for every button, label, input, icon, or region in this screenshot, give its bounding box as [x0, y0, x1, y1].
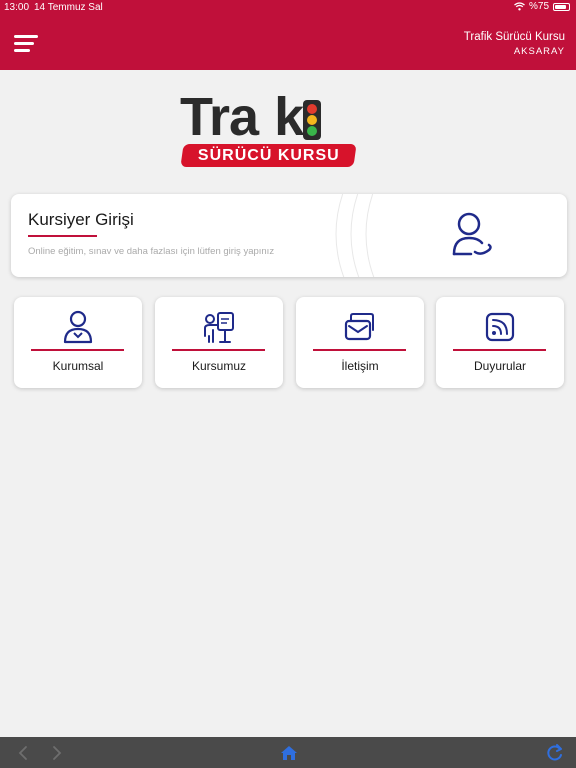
tile-duyurular[interactable]: Duyurular: [436, 297, 564, 388]
bottom-toolbar: [0, 737, 576, 768]
decorative-arcs: [335, 194, 375, 277]
logo-band-text: SÜRÜCÜ KURSU: [197, 146, 340, 164]
hamburger-menu-icon[interactable]: [14, 35, 38, 53]
student-login-card[interactable]: Kursiyer Girişi Online eğitim, sınav ve …: [11, 194, 567, 277]
mail-icon: [344, 313, 374, 341]
logo-wordmark: Tra k: [180, 87, 304, 147]
logo-word-right: k: [274, 87, 304, 147]
status-date: 14 Temmuz Sal: [34, 2, 103, 13]
rss-feed-icon: [485, 312, 515, 342]
status-right: %75: [514, 1, 570, 12]
person-badge-icon: [63, 310, 93, 344]
traffic-light-icon: [303, 100, 321, 140]
battery-level: %75: [528, 1, 549, 12]
reload-icon[interactable]: [545, 743, 565, 763]
battery-icon: [553, 2, 570, 11]
app-header: 13:00 14 Temmuz Sal %75 Trafik Sürücü Ku…: [0, 0, 576, 70]
login-title: Kursiyer Girişi: [28, 210, 134, 229]
status-bar: 13:00 14 Temmuz Sal %75: [0, 0, 576, 16]
logo-band: SÜRÜCÜ KURSU: [180, 144, 357, 167]
wifi-icon: [514, 2, 525, 11]
tile-label: İletişim: [341, 359, 379, 373]
header-title: Trafik Sürücü Kursu: [463, 31, 565, 43]
tile-label: Kursumuz: [191, 359, 247, 373]
tile-kurumsal[interactable]: Kurumsal: [14, 297, 142, 388]
login-underline: [28, 235, 97, 237]
tile-label: Duyurular: [473, 359, 527, 373]
status-time: 13:00: [4, 2, 30, 13]
login-subtitle: Online eğitim, sınav ve daha fazlası içi…: [28, 246, 275, 257]
tile-iletisim[interactable]: İletişim: [296, 297, 424, 388]
tile-label: Kurumsal: [52, 359, 104, 373]
chevron-left-icon[interactable]: [14, 743, 34, 763]
classroom-icon: [204, 312, 234, 343]
app-logo: Tra k SÜRÜCÜ KURSU: [180, 88, 360, 168]
tile-kursumuz[interactable]: Kursumuz: [155, 297, 283, 388]
logo-word-left: Tra: [180, 87, 259, 147]
home-icon[interactable]: [279, 743, 299, 763]
header-city: AKSARAY: [513, 46, 565, 57]
chevron-right-icon[interactable]: [46, 743, 66, 763]
user-login-icon: [452, 212, 492, 256]
